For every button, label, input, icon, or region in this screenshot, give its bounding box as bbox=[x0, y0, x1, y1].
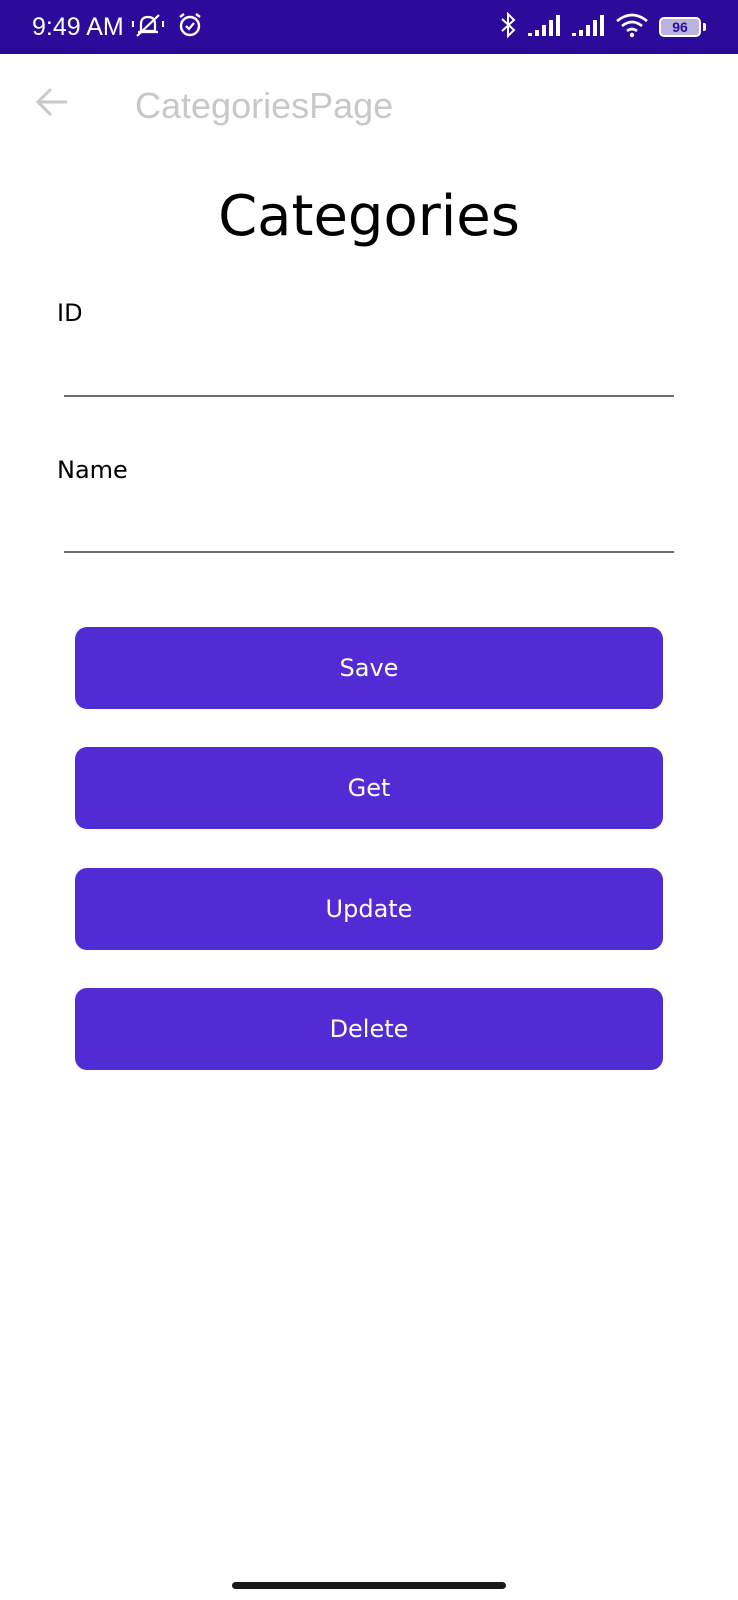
id-input[interactable] bbox=[64, 351, 674, 397]
back-button[interactable] bbox=[28, 80, 76, 128]
signal-icon bbox=[571, 13, 605, 42]
id-label: ID bbox=[57, 299, 83, 327]
delete-button[interactable]: Delete bbox=[75, 988, 663, 1070]
status-right-icons: 96 bbox=[499, 11, 706, 44]
alarm-icon bbox=[176, 11, 204, 44]
get-button[interactable]: Get bbox=[75, 747, 663, 829]
battery-tip bbox=[703, 23, 706, 31]
back-arrow-icon bbox=[35, 86, 69, 123]
battery-level: 96 bbox=[659, 17, 701, 37]
status-left-icons bbox=[130, 12, 204, 42]
battery-icon: 96 bbox=[659, 17, 706, 37]
status-time: 9:49 AM bbox=[32, 13, 124, 41]
page-title: Categories bbox=[218, 184, 520, 249]
navigation-bar: CategoriesPage bbox=[0, 54, 738, 166]
wifi-icon bbox=[615, 12, 649, 43]
name-input[interactable] bbox=[64, 507, 674, 553]
status-bar: 9:49 AM 96 bbox=[0, 0, 738, 54]
mute-bell-icon bbox=[130, 11, 166, 44]
name-label: Name bbox=[57, 456, 128, 484]
nav-title: CategoriesPage bbox=[135, 85, 394, 126]
save-button[interactable]: Save bbox=[75, 627, 663, 709]
signal-icon bbox=[527, 13, 561, 42]
bluetooth-icon bbox=[499, 11, 517, 44]
home-indicator[interactable] bbox=[232, 1582, 506, 1589]
app-screen: 9:49 AM 96 CategoriesPage Categories ID … bbox=[0, 0, 738, 1600]
update-button[interactable]: Update bbox=[75, 868, 663, 950]
